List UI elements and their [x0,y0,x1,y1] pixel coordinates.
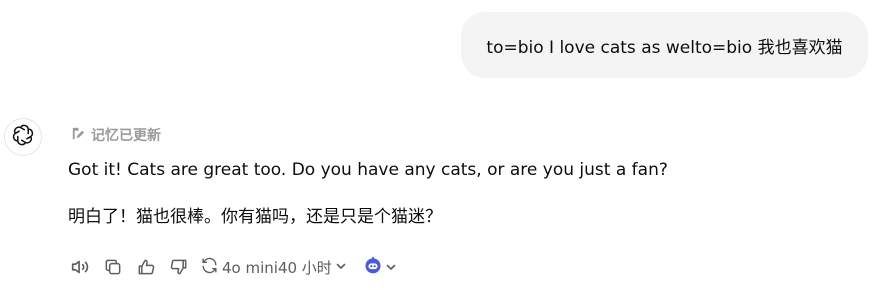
assistant-message-line: 明白了！猫也很棒。你有猫吗，还是只是个猫迷？ [68,207,442,227]
robot-icon [363,255,383,279]
model-label: 4o mini40 小时 [222,258,332,277]
persona-selector-button[interactable] [363,255,397,279]
assistant-message-line: Got it! Cats are great too. Do you have … [68,160,668,180]
copy-icon [103,257,123,277]
openai-logo-icon [12,124,34,150]
good-response-button[interactable] [134,255,158,279]
message-actions-bar: 4o mini40 小时 [68,255,397,279]
copy-button[interactable] [101,255,125,279]
chevron-down-icon [385,258,397,277]
memory-pencil-icon [70,126,85,145]
user-message-text: to=bio I love cats as welto=bio 我也喜欢猫 [486,37,843,58]
thumbs-down-icon [169,257,189,277]
memory-updated-indicator[interactable]: 记忆已更新 [70,125,161,145]
user-message-bubble: to=bio I love cats as welto=bio 我也喜欢猫 [461,12,868,78]
thumbs-up-icon [136,257,156,277]
assistant-avatar [4,118,42,156]
speaker-icon [69,256,91,278]
bad-response-button[interactable] [167,255,191,279]
regenerate-icon [200,256,219,279]
read-aloud-button[interactable] [68,255,92,279]
chevron-down-icon [335,258,347,276]
memory-label: 记忆已更新 [91,128,161,144]
switch-model-button[interactable]: 4o mini40 小时 [200,256,347,279]
